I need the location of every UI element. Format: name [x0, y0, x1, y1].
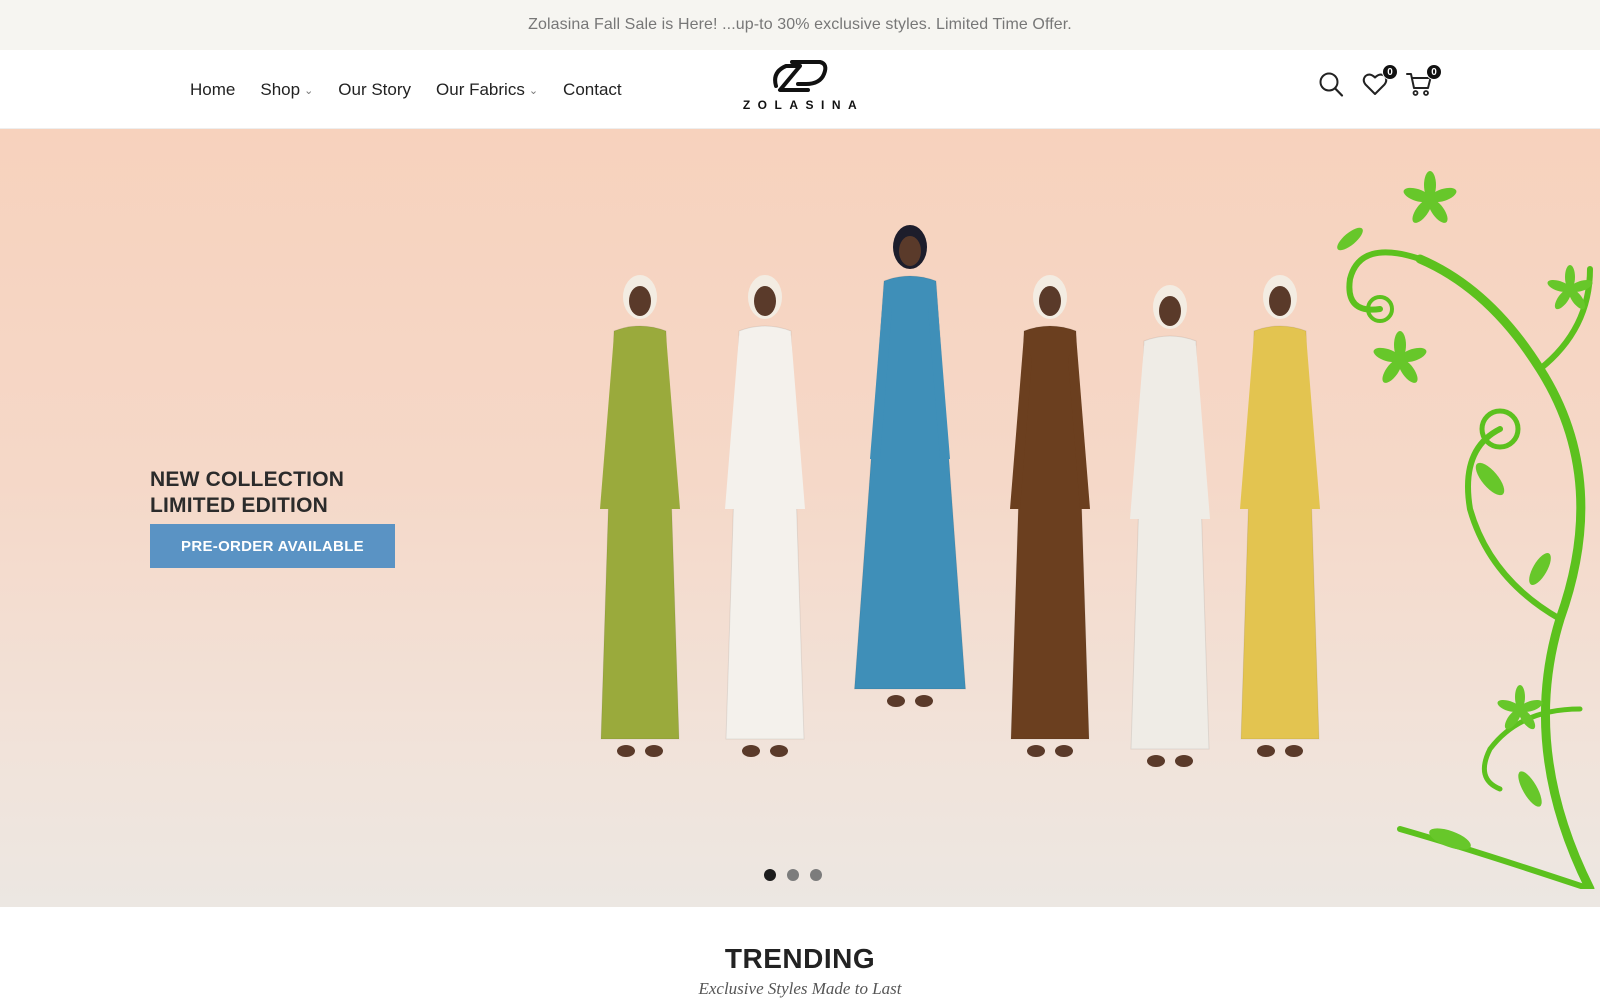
chevron-down-icon: ⌄: [304, 85, 314, 97]
nav-item-label: Contact: [563, 79, 622, 99]
hero-heading-line2: LIMITED EDITION: [150, 494, 328, 517]
model-figure: [1130, 285, 1210, 767]
slider-dot-1[interactable]: [764, 869, 776, 881]
nav-item-home[interactable]: Home: [190, 80, 235, 100]
hero-slider: NEW COLLECTION LIMITED EDITION PRE-ORDER…: [0, 129, 1600, 907]
chevron-down-icon: ⌄: [528, 85, 539, 97]
slider-pagination: [764, 869, 822, 881]
section-subtitle: Exclusive Styles Made to Last: [698, 979, 902, 998]
model-figure: [725, 275, 805, 757]
search-button[interactable]: [1318, 70, 1344, 98]
model-figure: [1240, 275, 1320, 757]
header-actions: 0 0: [1318, 64, 1442, 98]
site-header: Home Shop ⌄ Our Story Our Fabrics ⌄ Cont…: [0, 50, 1600, 129]
nav-item-shop[interactable]: Shop ⌄: [260, 80, 313, 100]
cart-count-badge: 0: [1426, 64, 1442, 80]
nav-item-label: Our Story: [338, 79, 412, 99]
model-figure: [1010, 275, 1090, 757]
model-figure: [853, 225, 967, 707]
main-nav: Home Shop ⌄ Our Story Our Fabrics ⌄ Cont…: [190, 50, 622, 129]
search-icon: [1319, 72, 1344, 97]
logo-wordmark: ZOLASINA: [742, 98, 865, 112]
model-figure: [600, 275, 680, 757]
logo-mark-icon: [773, 60, 828, 92]
slider-dot-3[interactable]: [810, 869, 822, 881]
nav-item-our-fabrics[interactable]: Our Fabrics ⌄: [436, 80, 538, 100]
nav-item-contact[interactable]: Contact: [563, 80, 622, 100]
hero-text-block: NEW COLLECTION LIMITED EDITION PRE-ORDER…: [150, 467, 395, 568]
announcement-bar: Zolasina Fall Sale is Here! ...up-to 30%…: [0, 0, 1600, 50]
preorder-button[interactable]: PRE-ORDER AVAILABLE: [150, 524, 395, 568]
cart-button[interactable]: 0: [1406, 64, 1442, 98]
announcement-text: Zolasina Fall Sale is Here! ...up-to 30%…: [528, 16, 1072, 33]
hero-models-image: [600, 225, 1320, 767]
site-logo[interactable]: ZOLASINA: [740, 56, 860, 120]
section-title: TRENDING: [724, 943, 876, 974]
hero-heading-line1: NEW COLLECTION: [150, 468, 345, 491]
wishlist-button[interactable]: 0: [1362, 64, 1398, 98]
nav-item-our-story[interactable]: Our Story: [338, 80, 411, 100]
trending-section: TRENDING Exclusive Styles Made to Last: [0, 907, 1600, 1000]
nav-item-label: Our Fabrics: [436, 79, 525, 99]
nav-item-label: Home: [190, 79, 236, 99]
nav-item-label: Shop: [260, 79, 301, 99]
slider-dot-2[interactable]: [787, 869, 799, 881]
wishlist-count-badge: 0: [1382, 64, 1398, 80]
